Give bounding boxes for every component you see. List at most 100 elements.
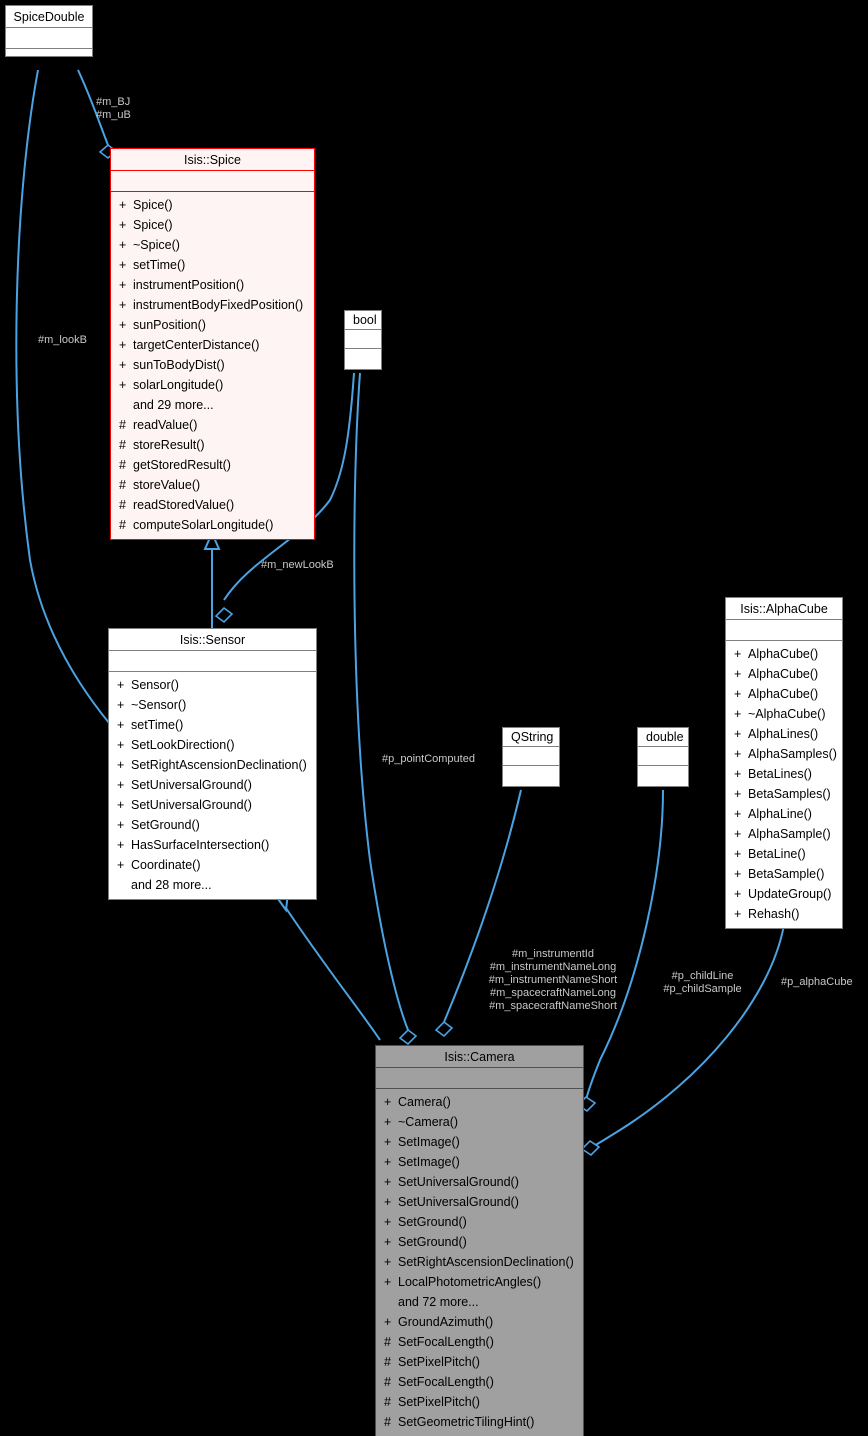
operation-visibility — [384, 1292, 398, 1312]
operation-name: computeSolarLongitude() — [133, 518, 274, 533]
operation-visibility: + — [119, 378, 127, 393]
class-title-spice: Isis::Spice — [111, 149, 314, 172]
operation-name: storeValue() — [133, 478, 201, 493]
class-operation-row: + Spice() — [111, 215, 314, 235]
operation-name: SetRightAscensionDeclination() — [131, 758, 307, 773]
class-operation-row: + SetUniversalGround() — [109, 795, 316, 815]
operation-visibility: + — [119, 258, 127, 273]
operation-name: SetPixelPitch() — [398, 1395, 480, 1410]
class-operation-row: + setTime() — [109, 715, 316, 735]
operation-visibility: # — [119, 418, 126, 433]
operation-name: SetGround() — [398, 1235, 467, 1250]
operation-visibility: + — [734, 847, 742, 862]
operation-visibility: + — [734, 787, 742, 802]
class-attributes-camera — [376, 1068, 583, 1090]
class-operation-row: + setTime() — [111, 255, 314, 275]
operation-visibility: + — [117, 778, 125, 793]
class-operation-row: # SetPixelPitch() — [376, 1352, 583, 1372]
operation-visibility: + — [119, 278, 127, 293]
operation-name: SetLookDirection() — [131, 738, 235, 753]
edge-sensor-inherits-camera — [281, 901, 381, 1041]
type-section-ops-bool — [345, 349, 381, 369]
class-operation-row: + Sensor() — [109, 675, 316, 695]
class-operation-row: + targetCenterDistance() — [111, 335, 314, 355]
class-node-alphacube[interactable]: Isis::AlphaCube + AlphaCube() + AlphaCube()… — [725, 597, 843, 930]
operation-name: Spice() — [133, 218, 173, 233]
class-operation-row: + ~Camera() — [376, 1112, 583, 1132]
operation-name: and 72 more... — [398, 1295, 479, 1310]
class-operation-row: + AlphaCube() — [726, 664, 842, 684]
operation-name: and 29 more... — [133, 398, 214, 413]
class-operation-row: + GroundAzimuth() — [376, 1312, 583, 1332]
operation-visibility: + — [384, 1175, 392, 1190]
operation-name: LocalPhotometricAngles() — [398, 1275, 542, 1290]
class-operation-row: + SetGround() — [109, 815, 316, 835]
operation-name: BetaSample() — [748, 867, 825, 882]
class-operation-row: # computeSolarLongitude() — [111, 515, 314, 535]
edge-double-camera — [585, 789, 664, 1101]
operation-name: SetGround() — [398, 1215, 467, 1230]
edge-label-p-child: #p_childLine #p_childSample — [663, 970, 742, 995]
operation-name: instrumentPosition() — [133, 278, 245, 293]
operation-name: and 28 more... — [131, 878, 212, 893]
operation-visibility: + — [734, 747, 742, 762]
class-node-camera[interactable]: Isis::Camera + Camera() + ~Camera() + SetImag… — [375, 1045, 584, 1436]
edge-label-m-newlookb: #m_newLookB — [261, 559, 334, 571]
operation-visibility: + — [384, 1255, 392, 1270]
operation-visibility — [117, 875, 131, 895]
operation-visibility: + — [734, 647, 742, 662]
type-title-bool: bool — [345, 311, 381, 330]
class-operation-row: + BetaSample() — [726, 864, 842, 884]
class-operation-row: + UpdateGroup() — [726, 884, 842, 904]
class-operations-spicedouble — [6, 49, 92, 56]
operation-name: AlphaCube() — [748, 647, 819, 662]
operation-name: AlphaCube() — [748, 667, 819, 682]
type-node-double[interactable]: double — [637, 727, 689, 787]
class-operations-alphacube: + AlphaCube() + AlphaCube() + AlphaCube() + ~Al… — [726, 641, 842, 928]
class-node-spice[interactable]: Isis::Spice + Spice() + Spice() + ~Spice() + se… — [110, 148, 315, 541]
operation-visibility: + — [119, 358, 127, 373]
operation-visibility: + — [117, 718, 125, 733]
operation-visibility: + — [117, 818, 125, 833]
class-operation-row: + ~Sensor() — [109, 695, 316, 715]
class-operation-row: # SetFocalLength() — [376, 1332, 583, 1352]
class-operations-camera: + Camera() + ~Camera() + SetImage() + SetImage(… — [376, 1089, 583, 1436]
class-operation-row: + BetaLine() — [726, 844, 842, 864]
operation-name: SetGeometricTilingHint() — [398, 1415, 535, 1430]
type-section-ops-double — [638, 766, 688, 786]
operation-name: Rehash() — [748, 907, 800, 922]
class-operation-row: + SetUniversalGround() — [376, 1192, 583, 1212]
class-operation-row: # storeValue() — [111, 475, 314, 495]
class-node-spicedouble[interactable]: SpiceDouble — [5, 5, 93, 58]
operation-visibility: + — [117, 858, 125, 873]
class-operation-row: # readValue() — [111, 415, 314, 435]
type-node-bool[interactable]: bool — [344, 310, 382, 370]
operation-visibility: + — [117, 838, 125, 853]
class-node-sensor[interactable]: Isis::Sensor + Sensor() + ~Sensor() + setTime… — [108, 628, 317, 901]
type-title-double: double — [638, 728, 688, 747]
operation-name: SetUniversalGround() — [398, 1175, 519, 1190]
class-operation-row: + sunPosition() — [111, 315, 314, 335]
operation-name: getStoredResult() — [133, 458, 231, 473]
operation-name: SetUniversalGround() — [131, 778, 252, 793]
diamond-camera-p-alphacube — [580, 1139, 601, 1157]
class-operation-row: and 29 more... — [111, 395, 314, 415]
operation-name: SetFocalLength() — [398, 1335, 494, 1350]
operation-visibility: # — [384, 1395, 391, 1410]
operation-name: Spice() — [133, 198, 173, 213]
class-title-camera: Isis::Camera — [376, 1046, 583, 1069]
operation-visibility: + — [734, 687, 742, 702]
type-node-qstring[interactable]: QString — [502, 727, 560, 787]
operation-visibility: # — [384, 1375, 391, 1390]
class-operation-row: + Camera() — [376, 1092, 583, 1112]
operation-name: BetaLines() — [748, 767, 812, 782]
operation-visibility — [119, 395, 133, 415]
class-operation-row: + SetUniversalGround() — [376, 1172, 583, 1192]
operation-name: solarLongitude() — [133, 378, 224, 393]
operation-name: Coordinate() — [131, 858, 201, 873]
operation-name: setTime() — [133, 258, 186, 273]
operation-name: setTime() — [131, 718, 184, 733]
operation-name: SetUniversalGround() — [131, 798, 252, 813]
class-operation-row: + AlphaLine() — [726, 804, 842, 824]
class-attributes-spice — [111, 171, 314, 193]
